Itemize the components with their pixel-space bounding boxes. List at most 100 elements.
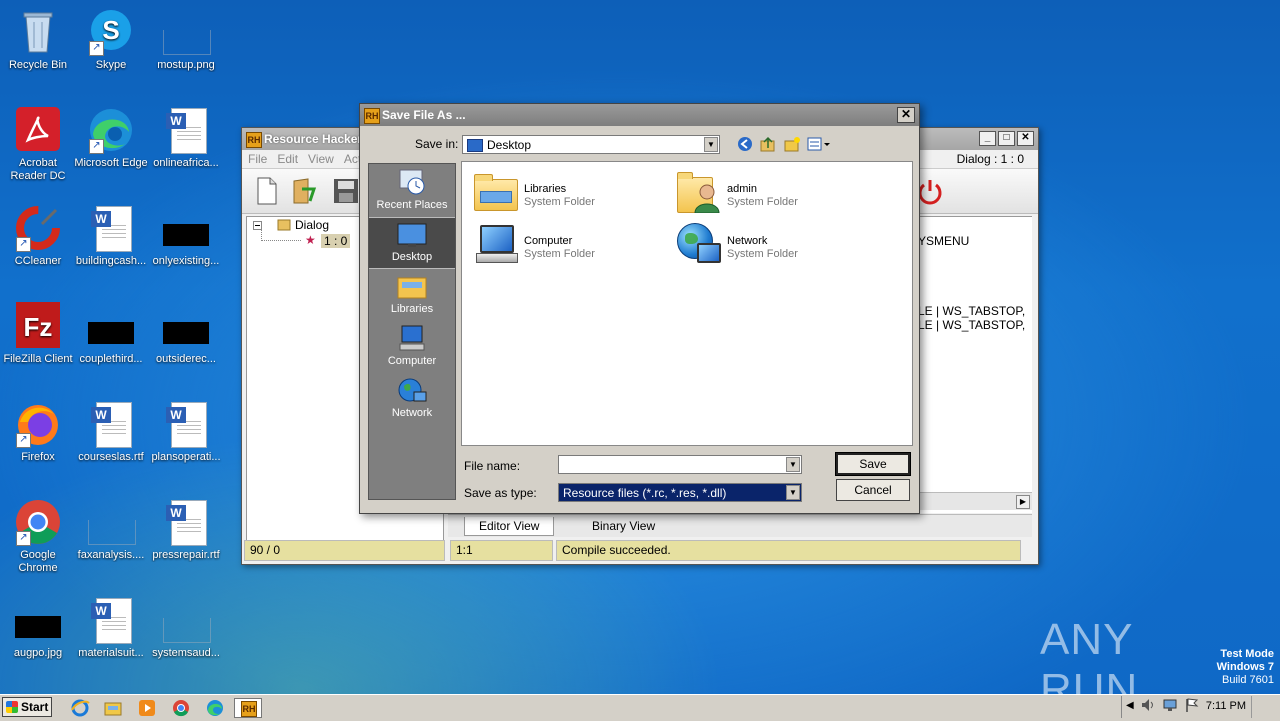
dialog-title: Save File As ...: [382, 108, 466, 122]
chevron-down-icon[interactable]: ▼: [704, 137, 718, 152]
open-file-icon[interactable]: [288, 175, 320, 207]
up-folder-icon[interactable]: [759, 136, 777, 152]
desktop-icon: [467, 139, 483, 152]
desktop-icon-mostup[interactable]: mostup.png: [148, 8, 224, 72]
desktop-icon-onlineafrica[interactable]: W onlineafrica...: [148, 106, 224, 170]
desktop-icon-edge[interactable]: ↗ Microsoft Edge: [73, 106, 149, 170]
desktop-icon-courseslas[interactable]: W courseslas.rtf: [73, 400, 149, 464]
tree-node-1-0[interactable]: 1 : 0: [321, 234, 351, 248]
desktop-icon-materialsuit[interactable]: W materialsuit...: [73, 596, 149, 660]
list-item-computer[interactable]: Computer System Folder: [466, 218, 666, 266]
desktop-icon-label: Acrobat Reader DC: [10, 157, 66, 182]
menu-file[interactable]: File: [248, 150, 267, 168]
chrome-taskbar-icon[interactable]: [171, 698, 191, 718]
list-item-libraries[interactable]: Libraries System Folder: [466, 166, 666, 214]
recycle-bin-icon: [14, 8, 62, 56]
place-network[interactable]: Network: [369, 374, 455, 424]
save-button[interactable]: Save: [835, 452, 911, 476]
view-menu-icon[interactable]: [807, 136, 831, 152]
back-icon[interactable]: [736, 136, 754, 152]
resource-hacker-logo-icon: RH: [364, 108, 380, 124]
desktop-icon-couplethird[interactable]: couplethird...: [73, 302, 149, 366]
word-document-icon: W: [162, 400, 210, 448]
scroll-right-icon[interactable]: ▶: [1016, 495, 1030, 509]
list-item-network[interactable]: Network System Folder: [669, 218, 869, 266]
desktop-icon-ccleaner[interactable]: ↗ CCleaner: [0, 204, 76, 268]
desktop-icon-faxanalysis[interactable]: faxanalysis....: [73, 498, 149, 562]
internet-explorer-icon[interactable]: [70, 698, 90, 718]
desktop-icon-label: pressrepair.rtf: [152, 549, 220, 561]
horizontal-scrollbar[interactable]: ▶: [918, 492, 1032, 510]
desktop-icon-plansoperati[interactable]: W plansoperati...: [148, 400, 224, 464]
desktop-icon-augpo[interactable]: augpo.jpg: [0, 596, 76, 660]
image-file-icon: [162, 8, 211, 56]
file-icon: [87, 302, 135, 350]
volume-icon[interactable]: [1140, 697, 1156, 713]
desktop-icon-label: systemsaud...: [152, 647, 220, 659]
save-in-dropdown[interactable]: Desktop ▼: [462, 135, 720, 154]
action-center-flag-icon[interactable]: [1184, 697, 1200, 713]
dialog-title-bar[interactable]: RH Save File As ... ✕: [360, 104, 919, 126]
status-message: Compile succeeded.: [556, 540, 1021, 561]
desktop-icon-chrome[interactable]: ↗ Google Chrome: [0, 498, 76, 575]
desktop-icon-label: mostup.png: [157, 59, 215, 71]
desktop-icon-skype[interactable]: S ↗ Skype: [73, 8, 149, 72]
file-list[interactable]: Libraries System Folder admin System Fol…: [461, 161, 913, 446]
desktop-icon-outsiderec[interactable]: outsiderec...: [148, 302, 224, 366]
menu-view[interactable]: View: [308, 150, 334, 168]
chevron-down-icon[interactable]: ▼: [786, 485, 800, 500]
editor-line: YSMENU: [918, 234, 970, 248]
shortcut-arrow-icon: ↗: [16, 433, 31, 448]
place-libraries[interactable]: Libraries: [369, 270, 455, 320]
script-editor[interactable]: YSMENU LE | WS_TABSTOP, LE | WS_TABSTOP,: [918, 216, 1032, 513]
word-document-icon: W: [87, 400, 135, 448]
start-button[interactable]: Start: [2, 697, 52, 717]
system-tray: ◀ 7:11 PM: [1121, 696, 1280, 718]
place-computer[interactable]: Computer: [369, 322, 455, 372]
chevron-down-icon[interactable]: ▼: [786, 457, 800, 472]
desktop-icon-onlyexisting[interactable]: onlyexisting...: [148, 204, 224, 268]
maximize-button[interactable]: □: [998, 131, 1015, 146]
view-tabs: Editor View Binary View: [448, 514, 1032, 537]
desktop-icon-pressrepair[interactable]: W pressrepair.rtf: [148, 498, 224, 562]
tab-binary-view[interactable]: Binary View: [578, 517, 669, 535]
item-name: Libraries: [524, 183, 567, 195]
desktop-icon-firefox[interactable]: ↗ Firefox: [0, 400, 76, 464]
tray-expand-icon[interactable]: ◀: [1126, 700, 1134, 711]
skype-icon: S ↗: [87, 8, 135, 56]
save-in-value: Desktop: [487, 138, 532, 152]
file-name-field[interactable]: ▼: [558, 455, 802, 474]
file-explorer-icon[interactable]: [103, 698, 123, 718]
status-position: 1:1: [450, 540, 553, 561]
test-mode-notice: Test Mode Windows 7 Build 7601: [1217, 648, 1274, 687]
desktop-icon-acrobat[interactable]: Acrobat Reader DC: [0, 106, 76, 183]
desktop-icon-label: CCleaner: [14, 255, 62, 267]
status-bar: 90 / 0 1:1 Compile succeeded.: [244, 540, 1021, 561]
desktop-icon-buildingcash[interactable]: W buildingcash...: [73, 204, 149, 268]
close-button[interactable]: ✕: [1017, 131, 1034, 146]
list-item-admin[interactable]: admin System Folder: [669, 166, 869, 214]
new-file-icon[interactable]: [250, 175, 282, 207]
network-tray-icon[interactable]: [1162, 697, 1178, 713]
clock[interactable]: 7:11 PM: [1206, 700, 1246, 712]
tab-editor-view[interactable]: Editor View: [464, 517, 555, 536]
new-folder-icon[interactable]: [783, 136, 801, 152]
menu-edit[interactable]: Edit: [277, 150, 298, 168]
resource-hacker-taskbar-button[interactable]: RH: [234, 698, 262, 718]
show-desktop-button[interactable]: [1251, 696, 1278, 718]
media-player-icon[interactable]: [137, 698, 157, 718]
place-desktop[interactable]: Desktop: [369, 217, 455, 269]
tree-node-dialog[interactable]: Dialog: [295, 218, 329, 232]
word-document-icon: W: [162, 106, 210, 154]
edge-taskbar-icon[interactable]: [205, 698, 225, 718]
save-file-icon[interactable]: [330, 175, 362, 207]
dialog-close-button[interactable]: ✕: [897, 107, 915, 123]
save-as-type-dropdown[interactable]: Resource files (*.rc, *.res, *.dll) ▼: [558, 483, 802, 502]
desktop-icon-filezilla[interactable]: Fz FileZilla Client: [0, 302, 76, 366]
desktop-icon-recycle-bin[interactable]: Recycle Bin: [0, 8, 76, 72]
place-recent-places[interactable]: Recent Places: [369, 166, 455, 216]
desktop-icon-systemsaud[interactable]: systemsaud...: [148, 596, 224, 660]
network-icon: [396, 376, 428, 406]
minimize-button[interactable]: _: [979, 131, 996, 146]
cancel-button[interactable]: Cancel: [836, 479, 910, 501]
